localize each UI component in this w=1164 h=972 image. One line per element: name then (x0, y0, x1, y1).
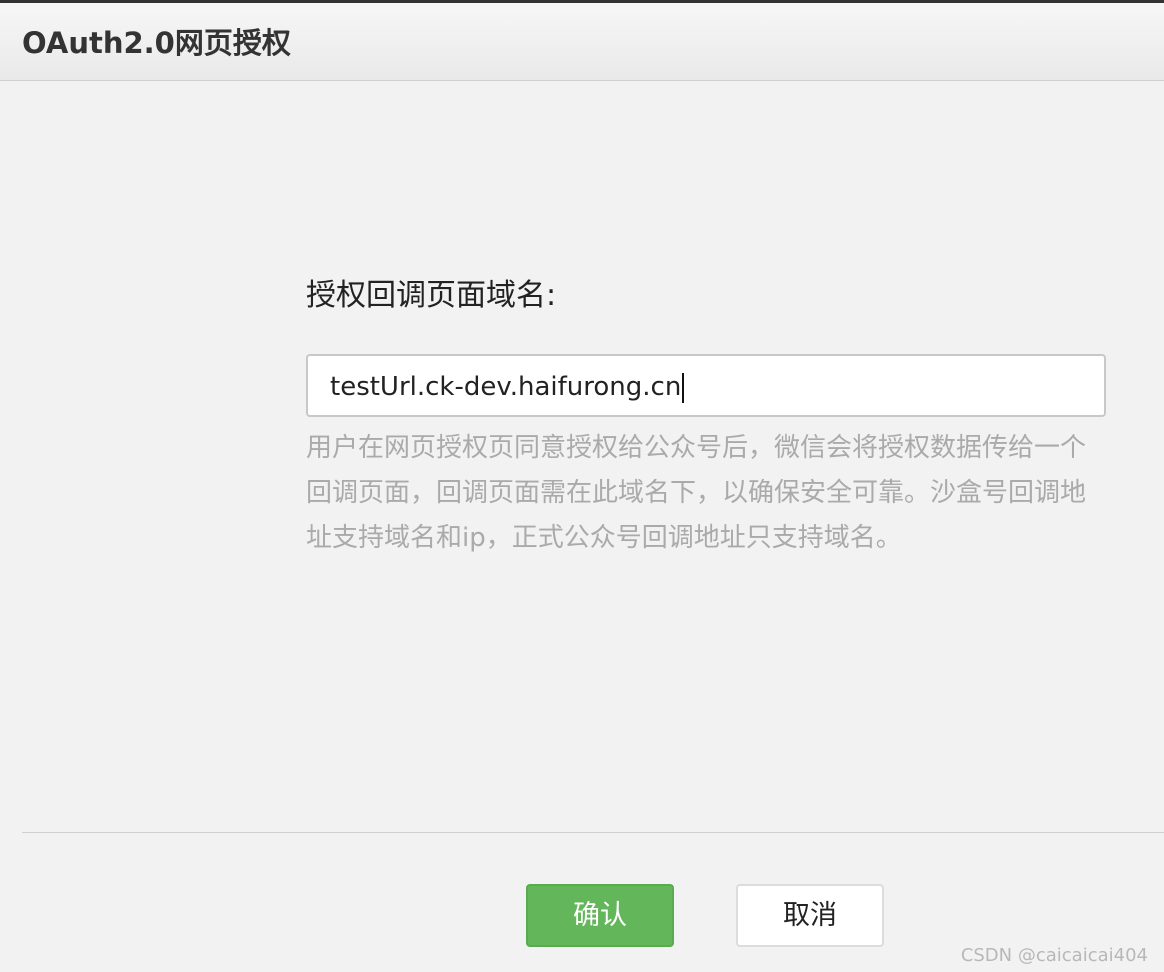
dialog-title: OAuth2.0网页授权 (22, 26, 291, 60)
confirm-button[interactable]: 确认 (526, 884, 674, 947)
callback-domain-help-text: 用户在网页授权页同意授权给公众号后，微信会将授权数据传给一个回调页面，回调页面需… (306, 433, 1087, 553)
dialog-header: OAuth2.0网页授权 (0, 3, 1164, 81)
callback-domain-value[interactable]: testUrl.ck-dev.haifurong.cn (330, 369, 685, 405)
cancel-button[interactable]: 取消 (736, 884, 884, 947)
csdn-watermark: CSDN @caicaicai404 (960, 945, 1148, 966)
callback-domain-label: 授权回调页面域名: (306, 278, 557, 313)
text-caret (682, 372, 685, 403)
callback-domain-input[interactable]: testUrl.ck-dev.haifurong.cn (306, 354, 1106, 417)
footer-divider (22, 832, 1164, 833)
callback-domain-text: testUrl.ck-dev.haifurong.cn (330, 372, 682, 402)
oauth-dialog: OAuth2.0网页授权 授权回调页面域名: testUrl.ck-dev.ha… (0, 0, 1164, 972)
